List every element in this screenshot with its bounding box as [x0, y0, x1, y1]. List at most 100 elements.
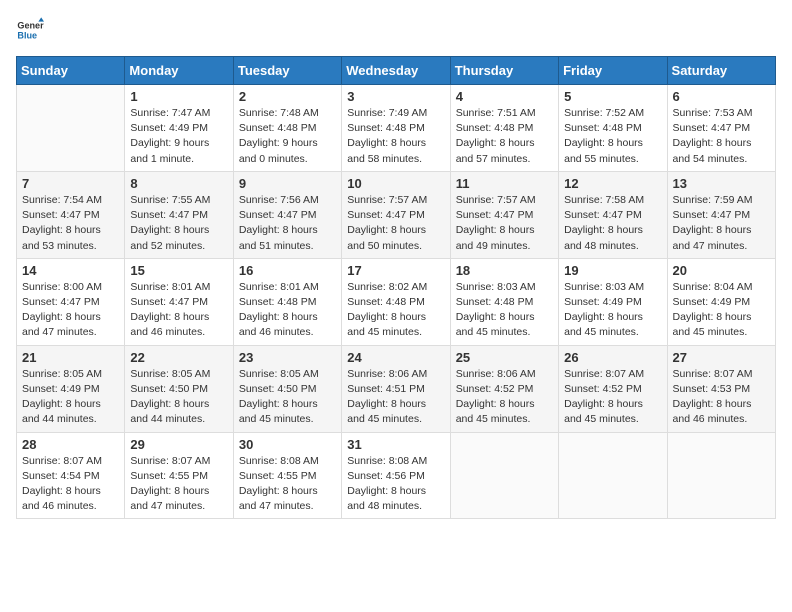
calendar-week-3: 14 Sunrise: 8:00 AM Sunset: 4:47 PM Dayli…	[17, 258, 776, 345]
day-detail: Sunrise: 8:03 AM Sunset: 4:49 PM Dayligh…	[564, 280, 661, 341]
day-number: 6	[673, 89, 770, 104]
day-number: 20	[673, 263, 770, 278]
day-number: 16	[239, 263, 336, 278]
logo-icon: General Blue	[16, 16, 44, 44]
day-number: 26	[564, 350, 661, 365]
calendar-week-5: 28Sunrise: 8:07 AM Sunset: 4:54 PM Dayli…	[17, 432, 776, 519]
calendar-cell: 3 Sunrise: 7:49 AM Sunset: 4:48 PM Daylig…	[342, 85, 450, 172]
header-day-friday: Friday	[559, 57, 667, 85]
day-detail: Sunrise: 8:07 AM Sunset: 4:53 PM Dayligh…	[673, 367, 770, 428]
calendar-cell: 13 Sunrise: 7:59 AM Sunset: 4:47 PM Dayli…	[667, 171, 775, 258]
day-number: 30	[239, 437, 336, 452]
day-number: 13	[673, 176, 770, 191]
day-number: 2	[239, 89, 336, 104]
calendar-cell: 25Sunrise: 8:06 AM Sunset: 4:52 PM Dayli…	[450, 345, 558, 432]
calendar-cell: 9 Sunrise: 7:56 AM Sunset: 4:47 PM Daylig…	[233, 171, 341, 258]
day-number: 29	[130, 437, 227, 452]
header-day-tuesday: Tuesday	[233, 57, 341, 85]
calendar-cell: 11Sunrise: 7:57 AM Sunset: 4:47 PM Dayli…	[450, 171, 558, 258]
calendar-cell: 20 Sunrise: 8:04 AM Sunset: 4:49 PM Dayli…	[667, 258, 775, 345]
day-detail: Sunrise: 8:05 AM Sunset: 4:49 PM Dayligh…	[22, 367, 119, 428]
logo: General Blue	[16, 16, 44, 44]
header-day-thursday: Thursday	[450, 57, 558, 85]
calendar-cell: 15 Sunrise: 8:01 AM Sunset: 4:47 PM Dayli…	[125, 258, 233, 345]
calendar-cell	[450, 432, 558, 519]
day-number: 23	[239, 350, 336, 365]
header-day-wednesday: Wednesday	[342, 57, 450, 85]
calendar-cell: 27 Sunrise: 8:07 AM Sunset: 4:53 PM Dayli…	[667, 345, 775, 432]
calendar-cell: 16 Sunrise: 8:01 AM Sunset: 4:48 PM Dayli…	[233, 258, 341, 345]
day-detail: Sunrise: 7:57 AM Sunset: 4:47 PM Dayligh…	[347, 193, 444, 254]
calendar-cell: 23 Sunrise: 8:05 AM Sunset: 4:50 PM Dayli…	[233, 345, 341, 432]
calendar-cell: 22Sunrise: 8:05 AM Sunset: 4:50 PM Dayli…	[125, 345, 233, 432]
day-detail: Sunrise: 7:51 AM Sunset: 4:48 PM Dayligh…	[456, 106, 553, 167]
day-number: 5	[564, 89, 661, 104]
day-detail: Sunrise: 7:53 AM Sunset: 4:47 PM Dayligh…	[673, 106, 770, 167]
day-number: 14	[22, 263, 119, 278]
svg-text:Blue: Blue	[17, 30, 37, 40]
day-number: 31	[347, 437, 444, 452]
day-number: 12	[564, 176, 661, 191]
calendar-cell: 7Sunrise: 7:54 AM Sunset: 4:47 PM Daylig…	[17, 171, 125, 258]
day-detail: Sunrise: 8:05 AM Sunset: 4:50 PM Dayligh…	[130, 367, 227, 428]
day-detail: Sunrise: 8:08 AM Sunset: 4:56 PM Dayligh…	[347, 454, 444, 515]
day-detail: Sunrise: 8:06 AM Sunset: 4:52 PM Dayligh…	[456, 367, 553, 428]
svg-text:General: General	[17, 21, 44, 31]
calendar-cell: 31 Sunrise: 8:08 AM Sunset: 4:56 PM Dayli…	[342, 432, 450, 519]
header: General Blue	[16, 16, 776, 44]
day-detail: Sunrise: 8:05 AM Sunset: 4:50 PM Dayligh…	[239, 367, 336, 428]
calendar-cell: 18 Sunrise: 8:03 AM Sunset: 4:48 PM Dayli…	[450, 258, 558, 345]
calendar-cell: 29 Sunrise: 8:07 AM Sunset: 4:55 PM Dayli…	[125, 432, 233, 519]
day-detail: Sunrise: 8:01 AM Sunset: 4:48 PM Dayligh…	[239, 280, 336, 341]
calendar-cell: 24Sunrise: 8:06 AM Sunset: 4:51 PM Dayli…	[342, 345, 450, 432]
calendar-cell: 10 Sunrise: 7:57 AM Sunset: 4:47 PM Dayli…	[342, 171, 450, 258]
day-detail: Sunrise: 8:04 AM Sunset: 4:49 PM Dayligh…	[673, 280, 770, 341]
day-detail: Sunrise: 8:03 AM Sunset: 4:48 PM Dayligh…	[456, 280, 553, 341]
calendar-cell: 30Sunrise: 8:08 AM Sunset: 4:55 PM Dayli…	[233, 432, 341, 519]
day-detail: Sunrise: 7:49 AM Sunset: 4:48 PM Dayligh…	[347, 106, 444, 167]
calendar-cell	[667, 432, 775, 519]
calendar-cell: 17 Sunrise: 8:02 AM Sunset: 4:48 PM Dayli…	[342, 258, 450, 345]
day-number: 17	[347, 263, 444, 278]
header-day-saturday: Saturday	[667, 57, 775, 85]
calendar-week-1: 1Sunrise: 7:47 AM Sunset: 4:49 PM Daylig…	[17, 85, 776, 172]
day-number: 11	[456, 176, 553, 191]
day-detail: Sunrise: 7:52 AM Sunset: 4:48 PM Dayligh…	[564, 106, 661, 167]
day-detail: Sunrise: 7:48 AM Sunset: 4:48 PM Dayligh…	[239, 106, 336, 167]
day-detail: Sunrise: 7:56 AM Sunset: 4:47 PM Dayligh…	[239, 193, 336, 254]
day-detail: Sunrise: 8:07 AM Sunset: 4:52 PM Dayligh…	[564, 367, 661, 428]
day-number: 18	[456, 263, 553, 278]
day-detail: Sunrise: 7:59 AM Sunset: 4:47 PM Dayligh…	[673, 193, 770, 254]
day-number: 10	[347, 176, 444, 191]
calendar-cell: 26 Sunrise: 8:07 AM Sunset: 4:52 PM Dayli…	[559, 345, 667, 432]
day-detail: Sunrise: 7:58 AM Sunset: 4:47 PM Dayligh…	[564, 193, 661, 254]
calendar-cell: 19Sunrise: 8:03 AM Sunset: 4:49 PM Dayli…	[559, 258, 667, 345]
calendar-header-row: SundayMondayTuesdayWednesdayThursdayFrid…	[17, 57, 776, 85]
day-number: 9	[239, 176, 336, 191]
day-detail: Sunrise: 8:01 AM Sunset: 4:47 PM Dayligh…	[130, 280, 227, 341]
day-number: 3	[347, 89, 444, 104]
calendar-cell: 28Sunrise: 8:07 AM Sunset: 4:54 PM Dayli…	[17, 432, 125, 519]
day-number: 21	[22, 350, 119, 365]
calendar: SundayMondayTuesdayWednesdayThursdayFrid…	[16, 56, 776, 519]
day-detail: Sunrise: 8:00 AM Sunset: 4:47 PM Dayligh…	[22, 280, 119, 341]
day-number: 27	[673, 350, 770, 365]
day-detail: Sunrise: 8:07 AM Sunset: 4:54 PM Dayligh…	[22, 454, 119, 515]
day-detail: Sunrise: 8:06 AM Sunset: 4:51 PM Dayligh…	[347, 367, 444, 428]
calendar-cell: 4 Sunrise: 7:51 AM Sunset: 4:48 PM Daylig…	[450, 85, 558, 172]
day-detail: Sunrise: 8:07 AM Sunset: 4:55 PM Dayligh…	[130, 454, 227, 515]
header-day-monday: Monday	[125, 57, 233, 85]
calendar-cell: 5 Sunrise: 7:52 AM Sunset: 4:48 PM Daylig…	[559, 85, 667, 172]
day-detail: Sunrise: 8:02 AM Sunset: 4:48 PM Dayligh…	[347, 280, 444, 341]
day-number: 8	[130, 176, 227, 191]
day-number: 4	[456, 89, 553, 104]
calendar-cell: 6 Sunrise: 7:53 AM Sunset: 4:47 PM Daylig…	[667, 85, 775, 172]
day-number: 7	[22, 176, 119, 191]
calendar-cell: 1Sunrise: 7:47 AM Sunset: 4:49 PM Daylig…	[125, 85, 233, 172]
calendar-cell	[17, 85, 125, 172]
calendar-cell: 8Sunrise: 7:55 AM Sunset: 4:47 PM Daylig…	[125, 171, 233, 258]
header-day-sunday: Sunday	[17, 57, 125, 85]
day-number: 1	[130, 89, 227, 104]
day-number: 15	[130, 263, 227, 278]
calendar-week-4: 21 Sunrise: 8:05 AM Sunset: 4:49 PM Dayli…	[17, 345, 776, 432]
